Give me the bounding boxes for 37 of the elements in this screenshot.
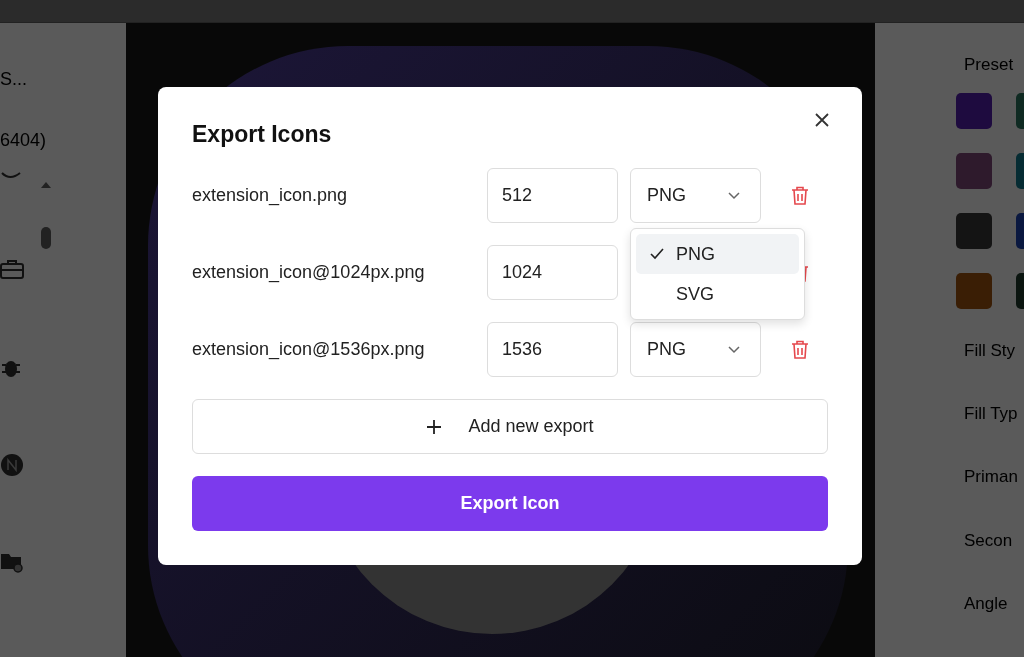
file-name: extension_icon@1024px.png <box>192 262 426 283</box>
file-name: extension_icon@1536px.png <box>192 339 426 360</box>
circle-logo-icon[interactable] <box>0 453 24 477</box>
field-label: Fill Sty <box>964 341 1016 362</box>
item-count: 6404) <box>0 130 48 151</box>
field-label: Secon <box>964 530 1014 552</box>
color-swatch[interactable] <box>956 213 992 249</box>
plus-icon <box>426 418 443 435</box>
dialog-title: Export Icons <box>192 121 332 148</box>
color-swatch[interactable] <box>956 93 992 129</box>
chevron-down-icon <box>728 191 740 200</box>
scrollbar-thumb[interactable] <box>41 227 51 249</box>
panel-heading: Preset <box>964 55 1015 75</box>
format-option[interactable]: SVG <box>636 274 799 314</box>
color-swatch[interactable] <box>956 273 992 309</box>
trash-icon[interactable] <box>791 185 809 206</box>
field-label: Fill Typ <box>964 404 1019 426</box>
size-input[interactable]: 512 <box>487 168 618 223</box>
size-input[interactable]: 1024 <box>487 245 618 300</box>
format-select[interactable]: PNG <box>630 168 761 223</box>
trash-icon[interactable] <box>791 339 809 360</box>
close-icon[interactable] <box>815 113 829 127</box>
check-icon <box>650 248 664 260</box>
file-name: extension_icon.png <box>192 185 349 206</box>
add-export-button[interactable]: Add new export <box>192 399 828 454</box>
scroll-up-icon[interactable] <box>40 181 52 189</box>
field-label: Priman <box>964 467 1019 489</box>
export-button[interactable]: Export Icon <box>192 476 828 531</box>
project-name: S... <box>0 69 28 90</box>
field-label: Angle <box>964 593 1009 615</box>
color-swatch[interactable] <box>956 153 992 189</box>
format-select[interactable]: PNG <box>630 322 761 377</box>
toolbox-icon[interactable] <box>0 259 24 281</box>
format-option[interactable]: PNG <box>636 234 799 274</box>
size-input[interactable]: 1536 <box>487 322 618 377</box>
folder-check-icon[interactable] <box>0 551 24 573</box>
chevron-down-icon <box>728 345 740 354</box>
